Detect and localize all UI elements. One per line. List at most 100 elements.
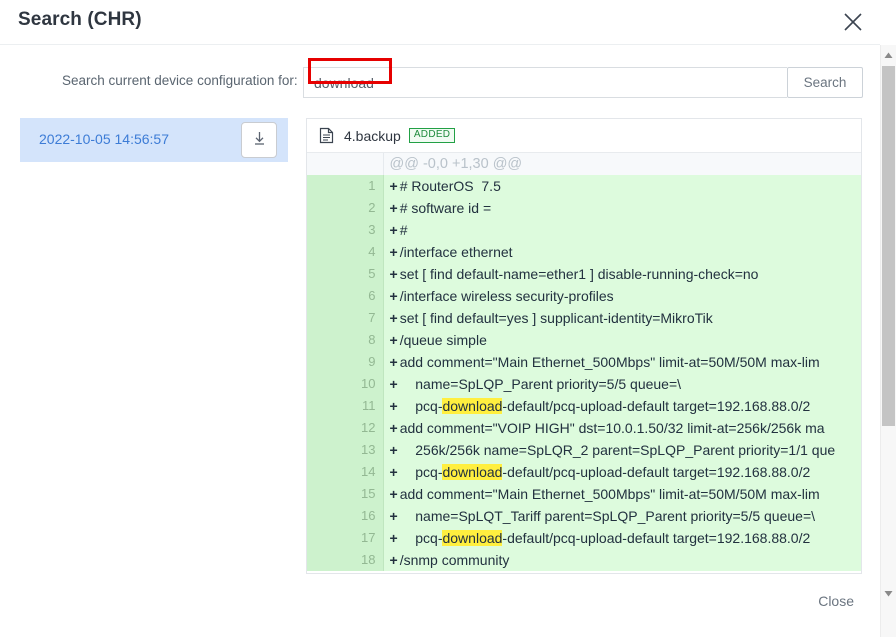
diff-line-content: + # software id = <box>382 197 861 219</box>
diff-scroll-area[interactable]: @@ -0,0 +1,30 @@ 1 + # RouterOS 7.5 2 + # soft… <box>307 153 861 573</box>
snapshot-timestamp: 2022-10-05 14:56:57 <box>39 131 169 147</box>
line-number: 16 <box>307 505 383 527</box>
diff-marker: + <box>389 310 398 326</box>
diff-table: @@ -0,0 +1,30 @@ 1 + # RouterOS 7.5 2 + # soft… <box>307 153 861 571</box>
diff-marker: + <box>389 266 398 282</box>
diff-line-content: +/interface wireless security-profiles <box>382 285 861 307</box>
diff-file-header: 4.backup ADDED <box>307 119 861 153</box>
close-button[interactable]: Close <box>812 589 860 613</box>
diff-marker: + <box>389 376 398 392</box>
search-match: download <box>442 530 503 546</box>
scroll-down-icon[interactable] <box>881 585 896 601</box>
diff-marker: + <box>389 354 398 370</box>
diff-line-content: + 256k/256k name=SpLQR_2 parent=SpLQP_Pa… <box>382 439 861 461</box>
diff-line-row: 17 + pcq-download-default/pcq-upload-defa… <box>307 527 861 549</box>
diff-line-content: + pcq-download-default/pcq-upload-defaul… <box>382 461 861 483</box>
search-field-group: Search <box>303 58 863 98</box>
line-number: 9 <box>307 351 383 373</box>
diff-marker: + <box>389 442 398 458</box>
diff-line-content: + add comment="Main Ethernet_500Mbps" lim… <box>382 351 861 373</box>
diff-line-row: 14 + pcq-download-default/pcq-upload-defa… <box>307 461 861 483</box>
scroll-up-icon[interactable] <box>881 47 896 63</box>
list-item[interactable]: 2022-10-05 14:56:57 <box>20 118 288 162</box>
diff-marker: + <box>389 464 398 480</box>
diff-line-row: 1 + # RouterOS 7.5 <box>307 175 861 197</box>
diff-file-name: 4.backup <box>344 127 401 144</box>
status-badge: ADDED <box>408 128 456 143</box>
dialog-footer: Close <box>0 575 880 637</box>
line-number: 4 <box>307 241 383 263</box>
diff-line-row: 4 +/interface ethernet <box>307 241 861 263</box>
snapshot-list: 2022-10-05 14:56:57 <box>20 118 288 162</box>
dialog-title: Search (CHR) <box>18 9 142 30</box>
diff-marker: + <box>389 332 398 348</box>
diff-line-row: 16 + name=SpLQT_Tariff parent=SpLQP_Paren… <box>307 505 861 527</box>
page-scrollbar[interactable] <box>880 45 896 637</box>
diff-line-row: 12 + add comment="VOIP HIGH" dst=10.0.1.50… <box>307 417 861 439</box>
diff-line-content: + name=SpLQT_Tariff parent=SpLQP_Parent … <box>382 505 861 527</box>
diff-line-content: + add comment="Main Ethernet_500Mbps" lim… <box>382 483 861 505</box>
diff-marker: + <box>389 244 398 260</box>
search-match: download <box>442 464 503 480</box>
diff-line-row: 5 + set [ find default-name=ether1 ] disab… <box>307 263 861 285</box>
line-number: 11 <box>307 395 383 417</box>
diff-line-content: + set [ find default=yes ] supplicant-ide… <box>382 307 861 329</box>
diff-line-content: + # <box>382 219 861 241</box>
search-row: Search current device configuration for:… <box>0 45 880 105</box>
scrollbar-thumb[interactable] <box>882 66 895 426</box>
diff-marker: + <box>389 420 398 436</box>
download-icon <box>251 130 268 150</box>
diff-line-row: 9 + add comment="Main Ethernet_500Mbps" li… <box>307 351 861 373</box>
line-number: 8 <box>307 329 383 351</box>
diff-line-row: 6 +/interface wireless security-profiles <box>307 285 861 307</box>
diff-line-content: + set [ find default-name=ether1 ] disabl… <box>382 263 861 285</box>
file-icon <box>319 127 334 144</box>
diff-line-row: 3 + # <box>307 219 861 241</box>
diff-marker: + <box>389 552 398 568</box>
line-number: 2 <box>307 197 383 219</box>
diff-line-row: 13 + 256k/256k name=SpLQR_2 parent=SpLQP_… <box>307 439 861 461</box>
download-button[interactable] <box>241 122 277 158</box>
search-input[interactable] <box>303 67 787 98</box>
line-number: 3 <box>307 219 383 241</box>
diff-line-content: +/queue simple <box>382 329 861 351</box>
diff-marker: + <box>389 178 398 194</box>
diff-hunk-header: @@ -0,0 +1,30 @@ <box>382 153 861 175</box>
diff-line-content: + # RouterOS 7.5 <box>382 175 861 197</box>
search-label: Search current device configuration for: <box>62 73 298 88</box>
line-number: 6 <box>307 285 383 307</box>
diff-line-content: +/interface ethernet <box>382 241 861 263</box>
diff-line-content: + pcq-download-default/pcq-upload-defaul… <box>382 395 861 417</box>
diff-marker: + <box>389 288 398 304</box>
close-icon[interactable] <box>838 7 868 37</box>
line-number: 18 <box>307 549 383 571</box>
diff-line-content: + pcq-download-default/pcq-upload-defaul… <box>382 527 861 549</box>
search-button[interactable]: Search <box>787 67 863 98</box>
line-number: 15 <box>307 483 383 505</box>
diff-line-row: 8 +/queue simple <box>307 329 861 351</box>
diff-panel: 4.backup ADDED @@ -0,0 +1,30 @@ 1 + # Route… <box>306 118 862 574</box>
diff-line-row: 15 + add comment="Main Ethernet_500Mbps" l… <box>307 483 861 505</box>
line-number: 12 <box>307 417 383 439</box>
diff-line-content: + name=SpLQP_Parent priority=5/5 queue=\ <box>382 373 861 395</box>
diff-marker: + <box>389 530 398 546</box>
diff-marker: + <box>389 200 398 216</box>
dialog-body: 2022-10-05 14:56:57 4.backup ADDED @@ -0… <box>0 105 880 575</box>
diff-line-row: 18 +/snmp community <box>307 549 861 571</box>
diff-marker: + <box>389 222 398 238</box>
diff-marker: + <box>389 486 398 502</box>
search-match: download <box>442 398 503 414</box>
diff-line-row: 11 + pcq-download-default/pcq-upload-defa… <box>307 395 861 417</box>
diff-marker: + <box>389 508 398 524</box>
line-number: 5 <box>307 263 383 285</box>
diff-marker: + <box>389 398 398 414</box>
line-number: 7 <box>307 307 383 329</box>
diff-line-row: 10 + name=SpLQP_Parent priority=5/5 queue… <box>307 373 861 395</box>
dialog-header: Search (CHR) <box>0 0 880 45</box>
line-number: 10 <box>307 373 383 395</box>
line-number: 13 <box>307 439 383 461</box>
line-number: 1 <box>307 175 383 197</box>
diff-line-row: 2 + # software id = <box>307 197 861 219</box>
line-number <box>307 153 383 175</box>
line-number: 14 <box>307 461 383 483</box>
